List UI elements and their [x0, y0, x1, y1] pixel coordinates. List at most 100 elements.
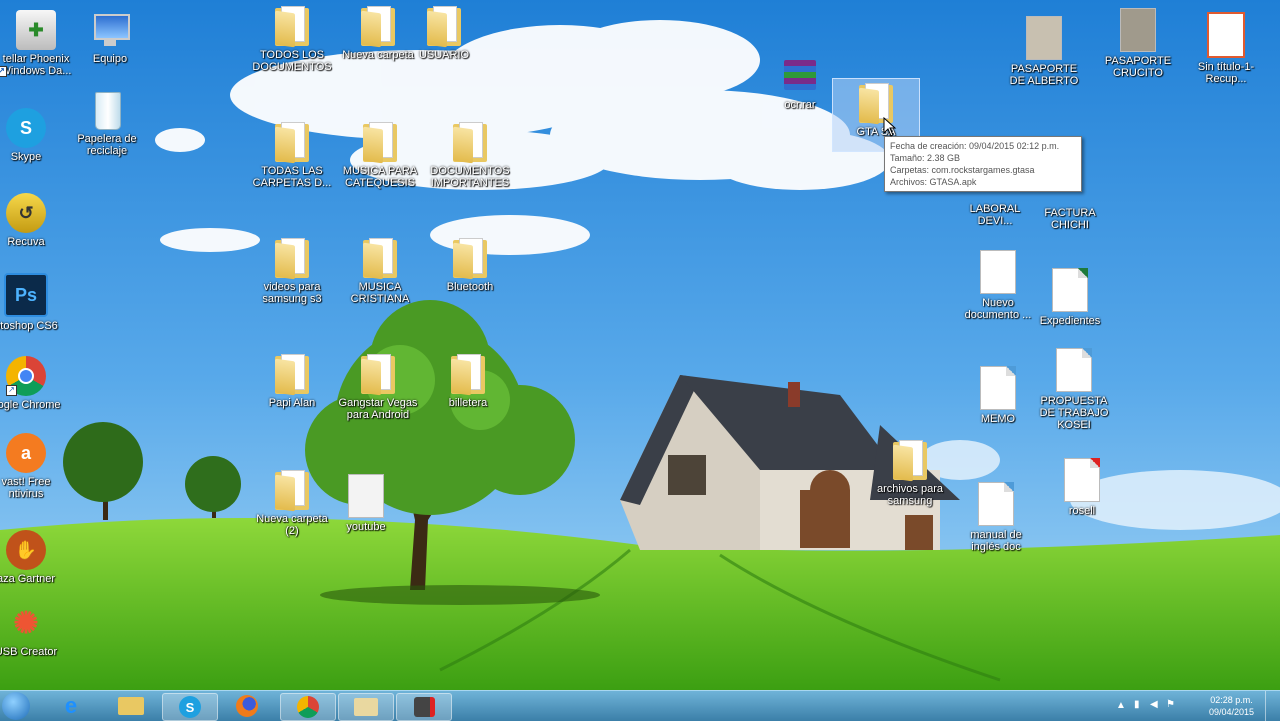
folder-icon	[361, 6, 395, 48]
desktop-file[interactable]: PASAPORTE CRUCITO	[1098, 8, 1178, 79]
desktop-icon-label: Nuevo documento ...	[964, 297, 1032, 321]
image-file-icon	[1207, 12, 1245, 58]
desktop-archive[interactable]: ocr.rar	[760, 56, 840, 111]
desktop-file[interactable]: PROPUESTA DE TRABAJO KOSEI	[1034, 348, 1114, 431]
desktop-file[interactable]: Sin título-1-Recup...	[1186, 12, 1266, 85]
photoshop-icon: Ps↗	[4, 273, 48, 317]
folder-icon	[275, 470, 309, 512]
taskbar-chrome[interactable]	[280, 693, 336, 721]
desktop-folder[interactable]: TODOS LOS DOCUMENTOS	[252, 6, 332, 73]
desktop-icon-label: aza Gartner	[0, 573, 56, 585]
desktop-icon-usb-creator[interactable]: ✺↗ USB Creator	[0, 603, 66, 659]
desktop-icon-avast[interactable]: a↗ vast! Free ntivirus	[0, 433, 66, 500]
desktop-wallpaper	[0, 0, 1280, 690]
desktop-folder[interactable]: TODAS LAS CARPETAS D...	[252, 122, 332, 189]
desktop-icon-label: otoshop CS6	[0, 320, 58, 332]
desktop-file[interactable]: youtube	[326, 474, 406, 533]
folder-icon	[275, 122, 309, 164]
usb-creator-icon: ✺↗	[13, 606, 39, 640]
computer-icon	[90, 10, 130, 50]
start-button[interactable]	[2, 692, 30, 720]
taskbar-firefox[interactable]	[220, 693, 274, 719]
taskbar-clock[interactable]: 02:28 p.m. 09/04/2015	[1209, 694, 1254, 718]
ie-icon: e	[64, 693, 78, 718]
desktop-file[interactable]: Nuevo documento ...	[958, 250, 1038, 321]
network-icon[interactable]: ▮	[1134, 699, 1140, 710]
desktop-icon-label: oogle Chrome	[0, 399, 61, 411]
desktop-icon-label: PASAPORTE CRUCITO	[1104, 55, 1172, 79]
taskbar-file-explorer[interactable]	[104, 693, 158, 719]
desktop-folder[interactable]: Bluetooth	[430, 238, 510, 293]
desktop-icon-equipo[interactable]: Equipo	[70, 10, 150, 65]
folder-info-tooltip: Fecha de creación: 09/04/2015 02:12 p.m.…	[884, 136, 1082, 192]
desktop-icon-label: MUSICA CRISTIANA	[350, 281, 410, 305]
desktop-icon-label: manual de inglés doc	[970, 529, 1022, 553]
desktop-icon-recuva[interactable]: ↺↗ Recuva	[0, 193, 66, 248]
desktop-icon-chrome[interactable]: ↗ oogle Chrome	[0, 356, 66, 411]
file-icon	[348, 474, 384, 518]
desktop-icon-label: FACTURA CHICHI	[1044, 207, 1096, 231]
desktop-icon-gartner[interactable]: ✋↗ aza Gartner	[0, 530, 66, 585]
word-document-icon	[1056, 348, 1092, 392]
desktop-icon-label: Skype	[10, 151, 42, 163]
desktop-folder[interactable]: DOCUMENTOS IMPORTANTES	[430, 122, 510, 189]
folder-icon	[275, 354, 309, 396]
excel-document-icon	[1052, 268, 1088, 312]
image-file-icon	[1026, 16, 1062, 60]
stellar-phoenix-icon: ✚ ↗	[0, 10, 56, 77]
desktop-icon-label: vast! Free ntivirus	[1, 476, 51, 500]
image-file-icon	[1120, 8, 1156, 52]
desktop-file[interactable]: Expedientes	[1030, 268, 1110, 327]
desktop-icon-label: Papelera de reciclaje	[77, 133, 137, 157]
word-document-icon	[978, 482, 1014, 526]
desktop-icon-papelera[interactable]: Papelera de reciclaje	[67, 90, 147, 157]
skype-icon: S↗	[6, 108, 46, 148]
desktop-file[interactable]: MEMO	[958, 366, 1038, 425]
taskbar-recorder[interactable]	[396, 693, 452, 721]
tooltip-size: Tamaño: 2.38 GB	[890, 153, 961, 163]
desktop-folder[interactable]: MUSICA CRISTIANA	[340, 238, 420, 305]
desktop-icon-skype[interactable]: S↗ Skype	[0, 108, 66, 163]
folder-icon	[453, 238, 487, 280]
desktop-icon-label: USUARIO	[418, 49, 470, 61]
desktop-folder[interactable]: Nueva carpeta (2)	[252, 470, 332, 537]
desktop-icon-stellar-phoenix[interactable]: ✚ ↗ tellar Phoenix Windows Da...	[0, 10, 76, 77]
desktop-icon-label: ocr.rar	[784, 99, 816, 111]
desktop-file[interactable]: PASAPORTE DE ALBERTO	[1004, 16, 1084, 87]
taskbar-folder[interactable]	[338, 693, 394, 721]
folder-icon	[275, 238, 309, 280]
desktop-icon-label: PROPUESTA DE TRABAJO KOSEI	[1039, 395, 1109, 431]
flag-icon[interactable]: ⚑	[1166, 699, 1175, 710]
desktop-folder[interactable]: archivos para samsung	[870, 440, 950, 507]
skype-icon: S	[179, 696, 201, 718]
show-desktop-button[interactable]	[1265, 691, 1280, 721]
desktop-icon-photoshop[interactable]: Ps↗ otoshop CS6	[0, 273, 66, 332]
desktop-folder[interactable]: MUSICA PARA CATEQUESIS	[340, 122, 420, 189]
taskbar-skype[interactable]: S	[162, 693, 218, 721]
desktop-icon-label: PASAPORTE DE ALBERTO	[1009, 63, 1079, 87]
clock-date: 09/04/2015	[1208, 707, 1254, 717]
desktop-folder[interactable]: billetera	[428, 354, 508, 409]
recuva-icon: ↺↗	[6, 193, 46, 233]
desktop-folder[interactable]: videos para samsung s3	[252, 238, 332, 305]
volume-icon[interactable]: ◀	[1150, 699, 1158, 710]
desktop-icon-label: MEMO	[980, 413, 1016, 425]
desktop-folder[interactable]: Gangstar Vegas para Android	[338, 354, 418, 421]
desktop-folder[interactable]: USUARIO	[404, 6, 484, 61]
tooltip-files: Archivos: GTASA.apk	[890, 177, 977, 187]
app-icon: ✋↗	[6, 530, 46, 570]
taskbar-ie[interactable]: e	[44, 693, 98, 719]
desktop-file[interactable]: FACTURA CHICHI	[1030, 204, 1110, 231]
desktop-file[interactable]: rosell	[1042, 458, 1122, 517]
word-document-icon	[980, 366, 1016, 410]
folder-icon	[354, 698, 378, 716]
desktop-folder[interactable]: Papi Alan	[252, 354, 332, 409]
desktop-icon-label: MUSICA PARA CATEQUESIS	[342, 165, 418, 189]
avast-icon: a↗	[6, 433, 46, 473]
tray-arrow-icon[interactable]: ▲	[1116, 700, 1126, 711]
desktop-icon-label: rosell	[1068, 505, 1096, 517]
desktop-file[interactable]: manual de inglés doc	[956, 482, 1036, 553]
folder-icon	[275, 6, 309, 48]
desktop-file[interactable]: LABORAL DEVI...	[955, 200, 1035, 227]
folder-icon	[453, 122, 487, 164]
